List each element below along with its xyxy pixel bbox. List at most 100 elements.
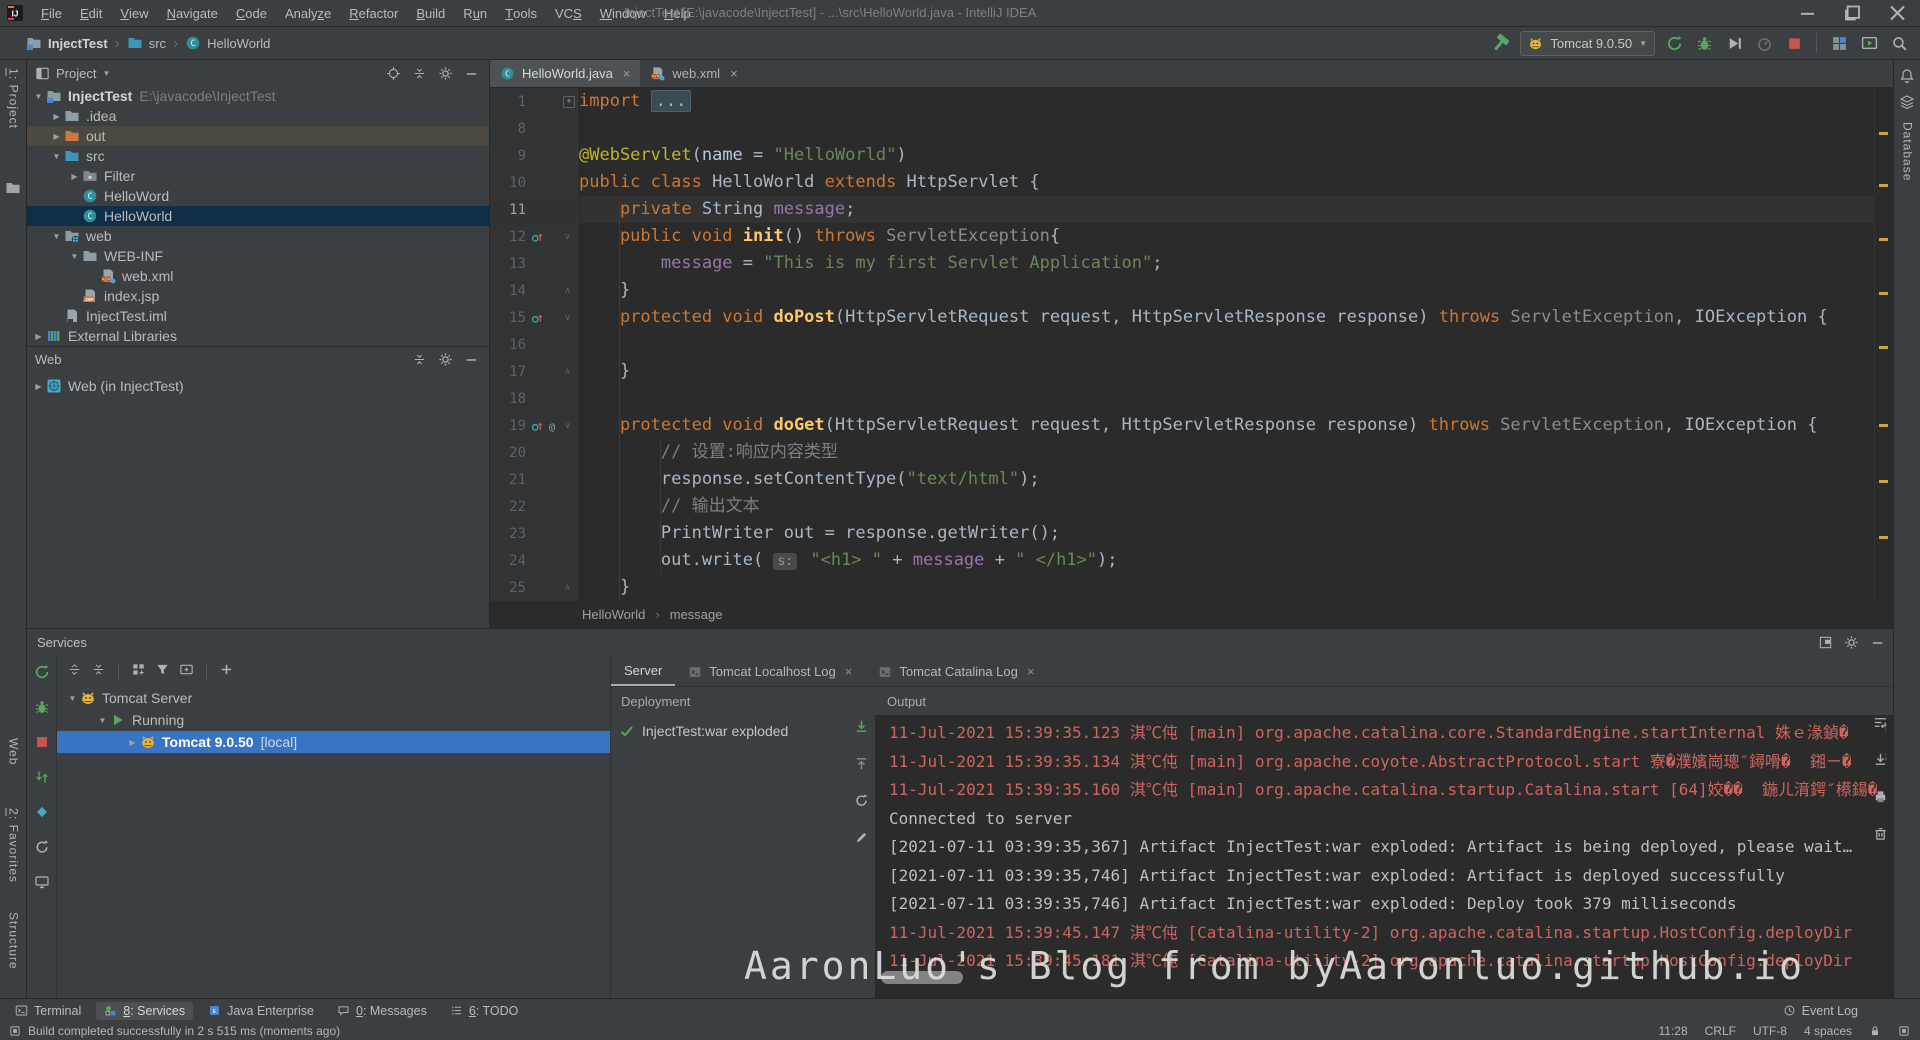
- fold-marker-icon[interactable]: ∧: [561, 366, 574, 377]
- fold-marker-icon[interactable]: ∨: [561, 312, 574, 323]
- expand-arrow-icon[interactable]: ▼: [31, 92, 46, 101]
- debug-button[interactable]: [1693, 32, 1715, 54]
- menu-navigate[interactable]: Navigate: [158, 0, 227, 26]
- editor-tab-helloworld-java[interactable]: CHelloWorld.java×: [490, 60, 640, 87]
- expand-arrow-icon[interactable]: ▶: [125, 738, 140, 747]
- code-line-14[interactable]: }: [579, 277, 1875, 304]
- gutter-line-24[interactable]: 24: [490, 547, 577, 574]
- menu-view[interactable]: View: [111, 0, 157, 26]
- tree-item-helloworld[interactable]: CHelloWorld: [27, 206, 489, 226]
- fold-marker-icon[interactable]: ∧: [561, 582, 574, 593]
- refresh-button[interactable]: [34, 839, 50, 860]
- sidebar-tab-database[interactable]: Database: [1894, 122, 1920, 181]
- toolwindow-button-0-messages[interactable]: 0: Messages: [329, 1002, 435, 1020]
- build-button[interactable]: [1490, 32, 1512, 54]
- services-tab-server[interactable]: Server: [611, 657, 675, 686]
- layers-icon[interactable]: [1899, 94, 1915, 110]
- tree-item-out[interactable]: ▶out: [27, 126, 489, 146]
- gutter-line-22[interactable]: 22: [490, 493, 577, 520]
- expand-arrow-icon[interactable]: ▼: [65, 694, 80, 703]
- tree-item-injecttest-iml[interactable]: InjectTest.iml: [27, 306, 489, 326]
- code-line-20[interactable]: // 设置:响应内容类型: [579, 439, 1875, 466]
- code-line-8[interactable]: [579, 115, 1875, 142]
- project-panel-title[interactable]: Project: [56, 66, 96, 81]
- expand-arrow-icon[interactable]: ▼: [49, 232, 64, 241]
- chevron-down-icon[interactable]: ▼: [102, 69, 110, 78]
- sidebar-tab-project[interactable]: 1: Project: [0, 68, 27, 129]
- rerun-button[interactable]: [34, 664, 50, 685]
- run-configuration-select[interactable]: Tomcat 9.0.50 ▼: [1520, 31, 1655, 56]
- expand-button[interactable]: [67, 662, 82, 682]
- gutter-line-25[interactable]: 25∧: [490, 574, 577, 601]
- code-line-10[interactable]: public class HelloWorld extends HttpServ…: [579, 169, 1875, 196]
- frame-button[interactable]: [179, 662, 194, 682]
- close-tab-icon[interactable]: ×: [623, 66, 631, 81]
- code-line-15[interactable]: protected void doPost(HttpServletRequest…: [579, 304, 1875, 331]
- editor-tab-web-xml[interactable]: </>web.xml×: [640, 60, 747, 87]
- code-editor[interactable]: import ...@WebServlet(name = "HelloWorld…: [579, 88, 1875, 601]
- gear-button[interactable]: [435, 351, 455, 369]
- scrollend-button[interactable]: [1873, 752, 1888, 772]
- preview-button[interactable]: [1858, 32, 1880, 54]
- menu-refactor[interactable]: Refactor: [340, 0, 407, 26]
- undeploy-button[interactable]: [854, 756, 869, 776]
- hide-button[interactable]: [461, 351, 481, 369]
- code-line-18[interactable]: [579, 385, 1875, 412]
- gutter-line-14[interactable]: 14∧: [490, 277, 577, 304]
- tree-item-running[interactable]: ▼Running: [57, 709, 610, 731]
- deploy-button[interactable]: [34, 769, 50, 790]
- expand-arrow-icon[interactable]: ▶: [67, 172, 82, 181]
- horizontal-scrollbar-thumb[interactable]: [881, 971, 963, 984]
- status-widget-utf-8[interactable]: UTF-8: [1753, 1024, 1787, 1038]
- code-line-11[interactable]: private String message;: [579, 196, 1875, 223]
- monitor-button[interactable]: [34, 874, 50, 895]
- softwrap-button[interactable]: [1873, 715, 1888, 735]
- expand-arrow-icon[interactable]: ▶: [31, 332, 46, 341]
- tree-item-web-in-injecttest[interactable]: ▶Web (in InjectTest): [27, 376, 489, 396]
- editor-breadcrumb-message[interactable]: message: [670, 607, 723, 622]
- gutter-line-23[interactable]: 23: [490, 520, 577, 547]
- tree-item-filter[interactable]: ▶Filter: [27, 166, 489, 186]
- tree-item-web[interactable]: ▼web: [27, 226, 489, 246]
- event-log-button[interactable]: Event Log: [1783, 1004, 1858, 1018]
- gutter-line-19[interactable]: 19@∨: [490, 412, 577, 439]
- deployment-item-injecttest-war-exploded[interactable]: InjectTest:war exploded: [611, 719, 875, 743]
- toolwindow-button-terminal[interactable]: Terminal: [7, 1002, 89, 1020]
- sidebar-tab-structure[interactable]: Structure: [0, 912, 27, 970]
- breadcrumb-src[interactable]: src: [127, 35, 166, 51]
- status-widget-4-spaces[interactable]: 4 spaces: [1804, 1024, 1852, 1038]
- expand-arrow-icon[interactable]: ▶: [31, 382, 46, 391]
- close-tab-icon[interactable]: ×: [1027, 664, 1035, 679]
- collapse-button[interactable]: [91, 662, 106, 682]
- menu-analyze[interactable]: Analyze: [276, 0, 340, 26]
- refresh-button[interactable]: [854, 793, 869, 813]
- close-button[interactable]: [1875, 0, 1920, 26]
- code-line-16[interactable]: [579, 331, 1875, 358]
- profiler-button[interactable]: [1753, 32, 1775, 54]
- code-line-9[interactable]: @WebServlet(name = "HelloWorld"): [579, 142, 1875, 169]
- expand-arrow-icon[interactable]: ▼: [95, 716, 110, 725]
- edit-button[interactable]: [854, 830, 869, 850]
- breadcrumb-injecttest[interactable]: InjectTest: [26, 35, 108, 51]
- fold-marker-icon[interactable]: ∨: [561, 231, 574, 242]
- gutter-line-10[interactable]: 10: [490, 169, 577, 196]
- code-line-22[interactable]: // 输出文本: [579, 493, 1875, 520]
- expand-arrow-icon[interactable]: ▼: [49, 152, 64, 161]
- menu-run[interactable]: Run: [454, 0, 496, 26]
- expand-arrow-icon[interactable]: ▶: [49, 132, 64, 141]
- tree-item-helloword[interactable]: CHelloWord: [27, 186, 489, 206]
- stop-button[interactable]: [1783, 32, 1805, 54]
- code-line-24[interactable]: out.write( s: "<h1> " + message + " </h1…: [579, 547, 1875, 574]
- locate-button[interactable]: [383, 64, 403, 82]
- services-tab-tomcat-catalina-log[interactable]: Tomcat Catalina Log×: [865, 657, 1047, 686]
- toolwindow-button-java-enterprise[interactable]: EJava Enterprise: [200, 1002, 322, 1020]
- gutter-line-12[interactable]: 12∨: [490, 223, 577, 250]
- sidebar-tab-favorites[interactable]: 2: Favorites: [0, 808, 27, 883]
- gutter-line-16[interactable]: 16: [490, 331, 577, 358]
- gutter-line-18[interactable]: 18: [490, 385, 577, 412]
- gutter-line-15[interactable]: 15∨: [490, 304, 577, 331]
- breadcrumb-helloworld[interactable]: CHelloWorld: [185, 35, 270, 51]
- error-stripe[interactable]: [1874, 88, 1893, 601]
- hide-button[interactable]: [461, 64, 481, 82]
- status-message[interactable]: Build completed successfully in 2 s 515 …: [28, 1024, 340, 1038]
